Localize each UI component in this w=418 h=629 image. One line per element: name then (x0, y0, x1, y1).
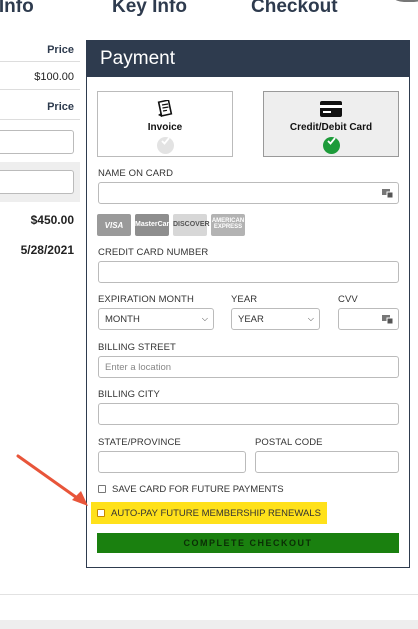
autopay-option[interactable]: AUTO-PAY FUTURE MEMBERSHIP RENEWALS (97, 508, 321, 519)
year-label: YEAR (231, 294, 258, 305)
autopay-checkbox[interactable] (97, 509, 105, 517)
footer-bar (0, 620, 418, 629)
postal-code-label: POSTAL CODE (255, 437, 323, 448)
credit-card-icon (320, 101, 342, 117)
state-label: STATE/PROVINCE (98, 437, 181, 448)
billing-city-label: BILLING CITY (98, 389, 160, 400)
order-summary: Price $100.00 Price $450.00 5/28/2021 (0, 38, 80, 257)
autopay-highlight: AUTO-PAY FUTURE MEMBERSHIP RENEWALS (91, 502, 327, 524)
card-option[interactable]: Credit/Debit Card (263, 91, 399, 157)
summary-gray-row (0, 162, 80, 202)
amex-logo: AMERICAN EXPRESS (211, 214, 245, 236)
chevron-down-icon: ⌵ (201, 314, 208, 323)
step-key-info[interactable]: Key Info (112, 0, 187, 18)
visa-logo: VISA (97, 214, 131, 236)
checkout-page: n Info Key Info Checkout Price $100.00 P… (0, 0, 418, 629)
save-card-option[interactable]: SAVE CARD FOR FUTURE PAYMENTS (98, 484, 284, 495)
annotation-arrow-icon (16, 454, 88, 506)
summary-input-2[interactable] (0, 170, 74, 194)
payment-panel: Payment Invoice Credit/Debit Card NAME O… (86, 40, 410, 568)
complete-checkout-button[interactable]: COMPLETE CHECKOUT (97, 533, 399, 553)
save-card-label: SAVE CARD FOR FUTURE PAYMENTS (112, 484, 284, 495)
autofill-icon (382, 315, 393, 324)
billing-street-placeholder: Enter a location (105, 362, 172, 373)
footer-divider (0, 594, 418, 595)
invoice-option[interactable]: Invoice (97, 91, 233, 157)
discover-logo: DISCOVER (173, 214, 210, 236)
order-total: $450.00 (30, 213, 74, 227)
postal-code-input[interactable] (255, 451, 399, 473)
card-check-icon (322, 137, 340, 154)
name-on-card-input[interactable] (98, 182, 399, 204)
autopay-label: AUTO-PAY FUTURE MEMBERSHIP RENEWALS (111, 508, 321, 519)
payment-title: Payment (87, 41, 409, 77)
invoice-check-icon (156, 137, 174, 154)
invoice-icon (157, 100, 173, 117)
chevron-down-icon: ⌵ (307, 314, 314, 323)
cvv-input[interactable] (338, 308, 399, 330)
exp-month-label: EXPIRATION MONTH (98, 294, 194, 305)
year-select[interactable]: YEAR ⌵ (231, 308, 320, 330)
step-info[interactable]: n Info (0, 0, 34, 18)
card-label: Credit/Debit Card (289, 122, 373, 133)
exp-month-select[interactable]: MONTH ⌵ (98, 308, 214, 330)
year-value: YEAR (238, 314, 264, 325)
card-number-input[interactable] (98, 261, 399, 283)
card-number-label: CREDIT CARD NUMBER (98, 247, 209, 258)
name-on-card-label: NAME ON CARD (98, 168, 174, 179)
price-value: $100.00 (0, 62, 80, 90)
billing-city-input[interactable] (98, 403, 399, 425)
step-checkout[interactable]: Checkout (251, 0, 338, 18)
autofill-icon (382, 189, 393, 198)
price-header: Price (0, 38, 80, 62)
checkout-steps: n Info Key Info Checkout (0, 0, 418, 22)
billing-street-label: BILLING STREET (98, 342, 176, 353)
exp-month-value: MONTH (105, 314, 140, 325)
summary-input[interactable] (0, 130, 74, 154)
billing-street-input[interactable]: Enter a location (98, 356, 399, 378)
save-card-checkbox[interactable] (98, 485, 106, 493)
state-input[interactable] (98, 451, 246, 473)
invoice-label: Invoice (147, 122, 183, 133)
mastercard-logo: MasterCard (135, 214, 174, 236)
step-circle-fragment (386, 0, 418, 2)
order-date: 5/28/2021 (20, 243, 74, 257)
cvv-label: CVV (338, 294, 358, 305)
price-header-2: Price (0, 90, 80, 120)
